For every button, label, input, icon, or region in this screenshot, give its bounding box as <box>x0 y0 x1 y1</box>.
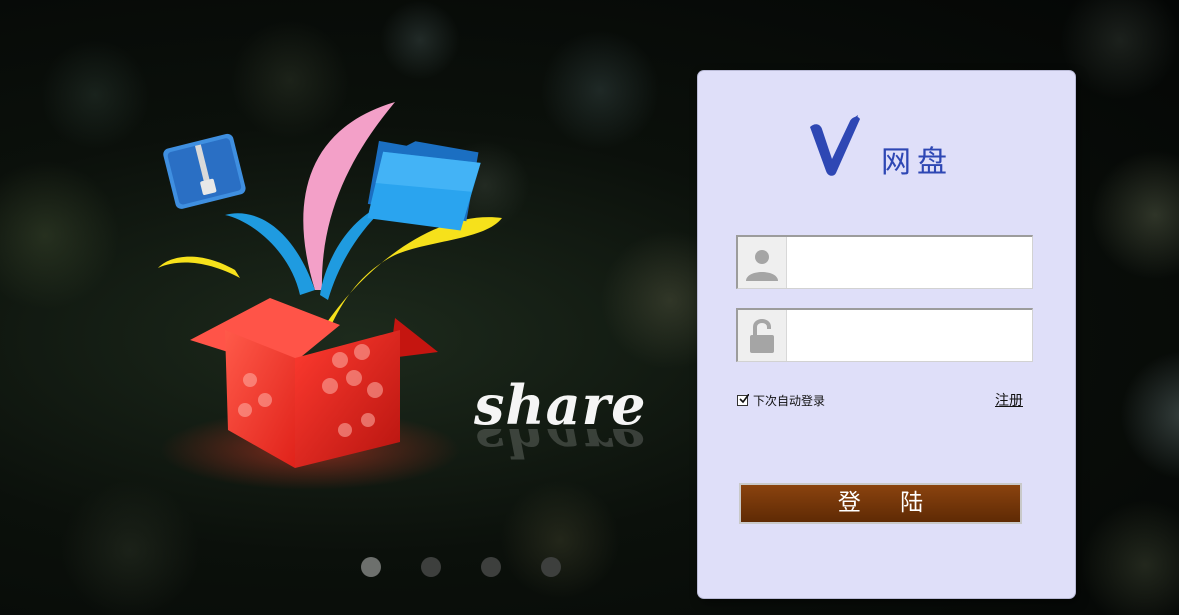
bokeh-light <box>380 0 460 80</box>
bokeh-light <box>40 40 150 150</box>
remember-label: 下次自动登录 <box>753 394 826 408</box>
bokeh-light <box>1060 0 1179 100</box>
background-stage: share share 网盘 下次自动登录 注册 登 陆 <box>0 0 1179 615</box>
password-input[interactable] <box>790 316 1030 356</box>
checkmark-icon <box>739 394 749 404</box>
username-input[interactable] <box>790 243 1030 283</box>
share-word: share <box>474 373 647 437</box>
login-panel: 网盘 下次自动登录 注册 登 陆 <box>698 71 1075 598</box>
gift-box-illustration <box>158 102 502 490</box>
password-field <box>736 308 1033 362</box>
v-logo-icon <box>810 115 860 176</box>
bokeh-light <box>540 30 660 150</box>
user-icon-box <box>738 237 787 288</box>
user-icon <box>746 250 778 281</box>
brand-name: 网盘 <box>881 145 953 180</box>
carousel-dot-1[interactable] <box>361 557 381 577</box>
folder-icon <box>367 140 481 231</box>
bokeh-light <box>1080 500 1179 615</box>
bokeh-light <box>60 480 200 615</box>
share-word-reflection: share <box>474 429 647 469</box>
username-field <box>736 235 1033 289</box>
carousel-dot-2[interactable] <box>421 557 441 577</box>
carousel-dot-3[interactable] <box>481 557 501 577</box>
carousel-indicators <box>358 557 568 579</box>
lock-icon-box <box>738 310 787 361</box>
zip-file-icon <box>163 133 246 209</box>
bokeh-light <box>500 480 620 600</box>
bokeh-light <box>1120 350 1179 480</box>
unlock-icon <box>750 319 774 353</box>
bokeh-light <box>0 160 120 310</box>
register-link[interactable]: 注册 <box>995 390 1023 410</box>
login-button[interactable]: 登 陆 <box>739 483 1022 524</box>
remember-checkbox[interactable] <box>737 394 749 406</box>
bokeh-light <box>1090 150 1179 280</box>
carousel-dot-4[interactable] <box>541 557 561 577</box>
remember-me[interactable]: 下次自动登录 <box>737 392 825 409</box>
